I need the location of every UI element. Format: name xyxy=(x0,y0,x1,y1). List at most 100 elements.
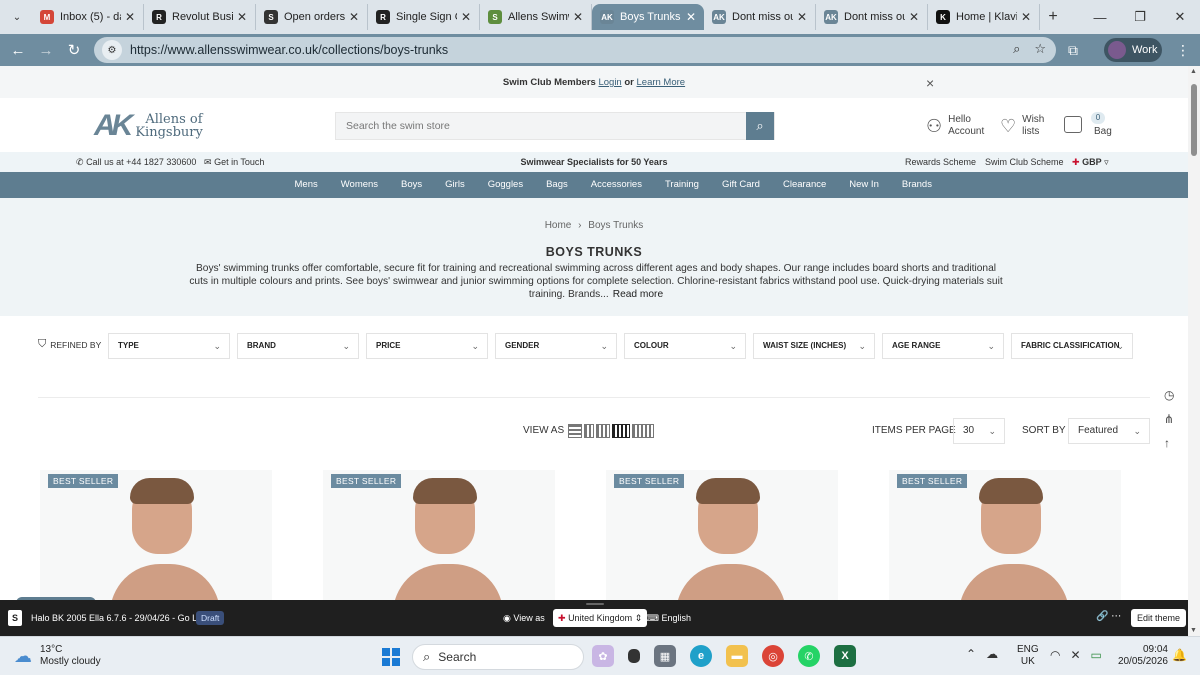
currency-selector[interactable]: ✚ GBP ▿ xyxy=(1072,152,1109,172)
product-card[interactable]: BEST SELLER xyxy=(606,470,838,600)
product-image[interactable] xyxy=(393,478,503,600)
extensions-icon[interactable]: ⧉ xyxy=(1068,42,1078,59)
grid-3-icon[interactable] xyxy=(596,424,610,438)
close-tab-icon[interactable]: ✕ xyxy=(125,10,135,24)
search-input[interactable] xyxy=(336,113,746,139)
forward-icon[interactable]: → xyxy=(32,42,60,59)
nav-item-girls[interactable]: Girls xyxy=(434,172,477,198)
nav-item-clearance[interactable]: Clearance xyxy=(771,172,837,198)
weather-widget[interactable]: ☁ 13°C Mostly cloudy xyxy=(14,644,101,668)
windows-start-icon[interactable] xyxy=(382,648,400,666)
filter-age-range[interactable]: AGE RANGE ⌄ xyxy=(882,333,1004,359)
close-tab-icon[interactable]: ✕ xyxy=(461,10,471,24)
edit-theme-button[interactable]: Edit theme xyxy=(1131,609,1187,627)
bag-link[interactable]: 0 Bag xyxy=(1064,112,1112,137)
close-announcement-icon[interactable]: × xyxy=(926,66,934,100)
close-tab-icon[interactable]: ✕ xyxy=(349,10,359,24)
browser-tab[interactable]: S Open orders ✕ xyxy=(256,4,368,30)
link-icon[interactable]: 🔗 ⋯ xyxy=(1096,611,1121,622)
tray-chevron-icon[interactable]: ⌃ xyxy=(966,647,976,661)
grid-5-icon[interactable] xyxy=(632,424,654,438)
sort-select[interactable]: Featured ⌄ xyxy=(1068,418,1150,444)
close-tab-icon[interactable]: ✕ xyxy=(686,10,696,24)
product-card[interactable]: BEST SELLER xyxy=(889,470,1121,600)
search-button[interactable]: ⌕ xyxy=(746,112,774,140)
bookmark-star-icon[interactable]: ☆ xyxy=(1034,41,1046,57)
nav-item-goggles[interactable]: Goggles xyxy=(476,172,534,198)
site-logo[interactable]: AK Allens of Kingsbury xyxy=(94,111,203,141)
onedrive-icon[interactable]: ☁ xyxy=(986,647,998,661)
edge-app-icon[interactable]: e xyxy=(690,645,712,667)
close-window-icon[interactable]: ✕ xyxy=(1160,9,1200,25)
minimize-icon[interactable]: — xyxy=(1080,10,1120,25)
filter-colour[interactable]: COLOUR ⌄ xyxy=(624,333,746,359)
scroll-top-icon[interactable]: ↑ xyxy=(1164,436,1174,450)
product-card[interactable]: BEST SELLER xyxy=(40,470,272,600)
chrome-app-icon[interactable]: ◎ xyxy=(762,645,784,667)
site-info-icon[interactable]: ⚙ xyxy=(102,40,122,60)
notification-bell-icon[interactable]: 🔔 xyxy=(1172,648,1187,662)
language-select[interactable]: ⌨ English xyxy=(646,613,691,624)
product-image[interactable] xyxy=(110,478,220,600)
close-tab-icon[interactable]: ✕ xyxy=(797,10,807,24)
widgets-app-icon[interactable]: ✿ xyxy=(592,645,614,667)
browser-tab[interactable]: AK Dont miss ou ✕ xyxy=(816,4,928,30)
view-as-control[interactable]: ◉ View as xyxy=(503,613,545,624)
learn-more-link[interactable]: Learn More xyxy=(637,77,686,88)
back-icon[interactable]: ← xyxy=(4,42,32,59)
close-tab-icon[interactable]: ✕ xyxy=(573,10,583,24)
read-more-link[interactable]: Read more xyxy=(613,289,663,300)
items-per-page-select[interactable]: 30 ⌄ xyxy=(953,418,1005,444)
product-image[interactable] xyxy=(676,478,786,600)
rewards-link[interactable]: Rewards Scheme xyxy=(905,152,976,172)
nav-item-brands[interactable]: Brands xyxy=(890,172,943,198)
share-icon[interactable]: ⋔ xyxy=(1164,412,1174,426)
omnibox[interactable]: ⚙ https://www.allensswimwear.co.uk/colle… xyxy=(94,37,1056,63)
page-scrollbar[interactable]: ▲ ▼ xyxy=(1188,66,1200,636)
filter-fabric-classification[interactable]: FABRIC CLASSIFICATION ⌄ xyxy=(1011,333,1133,359)
product-card[interactable]: BEST SELLER xyxy=(323,470,555,600)
browser-tab[interactable]: K Home | Klavi ✕ xyxy=(928,4,1040,30)
system-clock[interactable]: 09:04 20/05/2026 xyxy=(1116,644,1168,668)
url-text[interactable]: https://www.allensswimwear.co.uk/collect… xyxy=(130,43,448,57)
grid-2-icon[interactable] xyxy=(584,424,594,438)
restore-icon[interactable]: ❐ xyxy=(1120,9,1160,25)
browser-tab[interactable]: R Revolut Busin ✕ xyxy=(144,4,256,30)
new-tab-button[interactable]: + xyxy=(1040,8,1066,26)
contact-link[interactable]: ✉ Get in Touch xyxy=(204,152,264,172)
close-tab-icon[interactable]: ✕ xyxy=(909,10,919,24)
close-tab-icon[interactable]: ✕ xyxy=(1021,10,1031,24)
history-icon[interactable]: ◷ xyxy=(1164,388,1174,402)
wishlist-link[interactable]: ♡ Wish lists xyxy=(1000,114,1044,138)
tab-search-icon[interactable]: ⌄ xyxy=(6,6,28,28)
zoom-icon[interactable]: ⌕ xyxy=(1013,41,1020,57)
whatsapp-app-icon[interactable]: ✆ xyxy=(798,645,820,667)
close-tab-icon[interactable]: ✕ xyxy=(237,10,247,24)
country-select[interactable]: ✚ United Kingdom ⇕ xyxy=(553,609,648,627)
account-link[interactable]: ⚇ Hello Account xyxy=(926,114,984,138)
reload-icon[interactable]: ↻ xyxy=(60,41,88,59)
file-explorer-app-icon[interactable]: ▬ xyxy=(726,645,748,667)
scroll-up-icon[interactable]: ▲ xyxy=(1190,68,1197,75)
product-image[interactable] xyxy=(959,478,1069,600)
browser-menu-icon[interactable]: ⋮ xyxy=(1176,42,1190,59)
list-view-icon[interactable] xyxy=(568,424,582,438)
browser-tab[interactable]: R Single Sign O ✕ xyxy=(368,4,480,30)
filter-gender[interactable]: GENDER ⌄ xyxy=(495,333,617,359)
input-language[interactable]: ENG UK xyxy=(1017,644,1039,668)
terminal-app-icon[interactable] xyxy=(628,649,640,663)
filter-price[interactable]: PRICE ⌄ xyxy=(366,333,488,359)
scroll-down-icon[interactable]: ▼ xyxy=(1190,627,1197,634)
filter-brand[interactable]: BRAND ⌄ xyxy=(237,333,359,359)
login-link[interactable]: Login xyxy=(598,77,621,88)
calculator-app-icon[interactable]: ▦ xyxy=(654,645,676,667)
nav-item-gift-card[interactable]: Gift Card xyxy=(710,172,771,198)
nav-item-boys[interactable]: Boys xyxy=(390,172,434,198)
system-icons[interactable]: ◠ ✕ ▭ xyxy=(1050,648,1102,662)
filter-type[interactable]: TYPE ⌄ xyxy=(108,333,230,359)
nav-item-mens[interactable]: Mens xyxy=(283,172,329,198)
scroll-thumb[interactable] xyxy=(1191,84,1197,156)
nav-item-new-in[interactable]: New In xyxy=(838,172,891,198)
nav-item-accessories[interactable]: Accessories xyxy=(579,172,653,198)
nav-item-training[interactable]: Training xyxy=(653,172,710,198)
